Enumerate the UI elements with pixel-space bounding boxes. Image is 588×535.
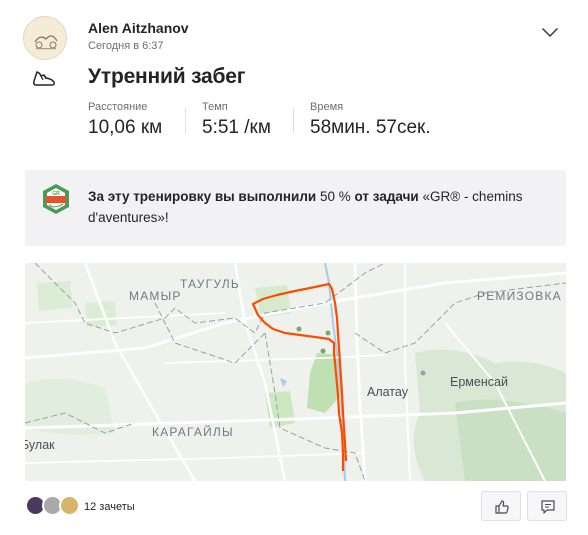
comment-icon <box>541 500 555 514</box>
activity-card: Alen Aitzhanov Сегодня в 6:37 Утренний з… <box>0 0 588 535</box>
challenge-percent: 50 % <box>319 189 351 204</box>
map-label-mamyr: МАМЫР <box>129 289 182 303</box>
challenge-text-prefix: За эту тренировку вы выполнили <box>88 189 317 204</box>
activity-timestamp: Сегодня в 6:37 <box>88 40 164 52</box>
activity-title[interactable]: Утренний забег <box>88 65 246 89</box>
route-map[interactable]: ТАУГУЛЬ МАМЫР РЕМИЗОВКА Алатау Ерменсай … <box>25 263 566 481</box>
stat-pace: Темп 5:51 /км <box>202 101 271 139</box>
map-label-ermensai: Ерменсай <box>450 375 508 389</box>
stat-distance-label: Расстояние <box>88 101 148 113</box>
challenge-text-middle: от задачи <box>354 189 419 204</box>
shoe-icon <box>31 67 57 89</box>
challenge-badge-text: GR <box>52 191 60 197</box>
kudos-button[interactable] <box>481 491 521 521</box>
stat-distance-value: 10,06 км <box>88 117 163 138</box>
thumbs-up-icon <box>495 500 509 514</box>
map-label-bulak: Булак <box>25 438 55 452</box>
challenge-text: За эту тренировку вы выполнили 50 % от з… <box>88 186 553 228</box>
challenge-badge-icon[interactable]: GR <box>40 183 72 215</box>
avatar <box>59 495 80 516</box>
athlete-name[interactable]: Alen Aitzhanov <box>88 20 189 36</box>
comment-button[interactable] <box>527 491 567 521</box>
stat-divider <box>293 108 294 134</box>
stat-distance: Расстояние 10,06 км <box>88 101 162 139</box>
athlete-avatar[interactable] <box>23 16 67 60</box>
kudos-count[interactable]: 12 зачеты <box>84 501 135 513</box>
challenge-banner[interactable]: GR За эту тренировку вы выполнили 50 % о… <box>25 170 566 246</box>
stat-pace-value: 5:51 /км <box>202 117 271 138</box>
map-label-taugul: ТАУГУЛЬ <box>180 277 240 291</box>
stat-pace-label: Темп <box>202 101 228 113</box>
map-label-remizovka: РЕМИЗОВКА <box>477 289 562 303</box>
map-label-karagaily: КАРАГАЙЛЫ <box>152 425 234 439</box>
stat-time: Время 58мин. 57сек. <box>310 101 431 139</box>
stat-divider <box>185 108 186 134</box>
stat-time-value: 58мин. 57сек. <box>310 117 431 138</box>
stat-time-label: Время <box>310 101 344 113</box>
kudos-avatars[interactable] <box>25 495 85 517</box>
chevron-down-icon[interactable] <box>541 25 559 39</box>
map-label-alatau: Алатау <box>367 385 408 399</box>
